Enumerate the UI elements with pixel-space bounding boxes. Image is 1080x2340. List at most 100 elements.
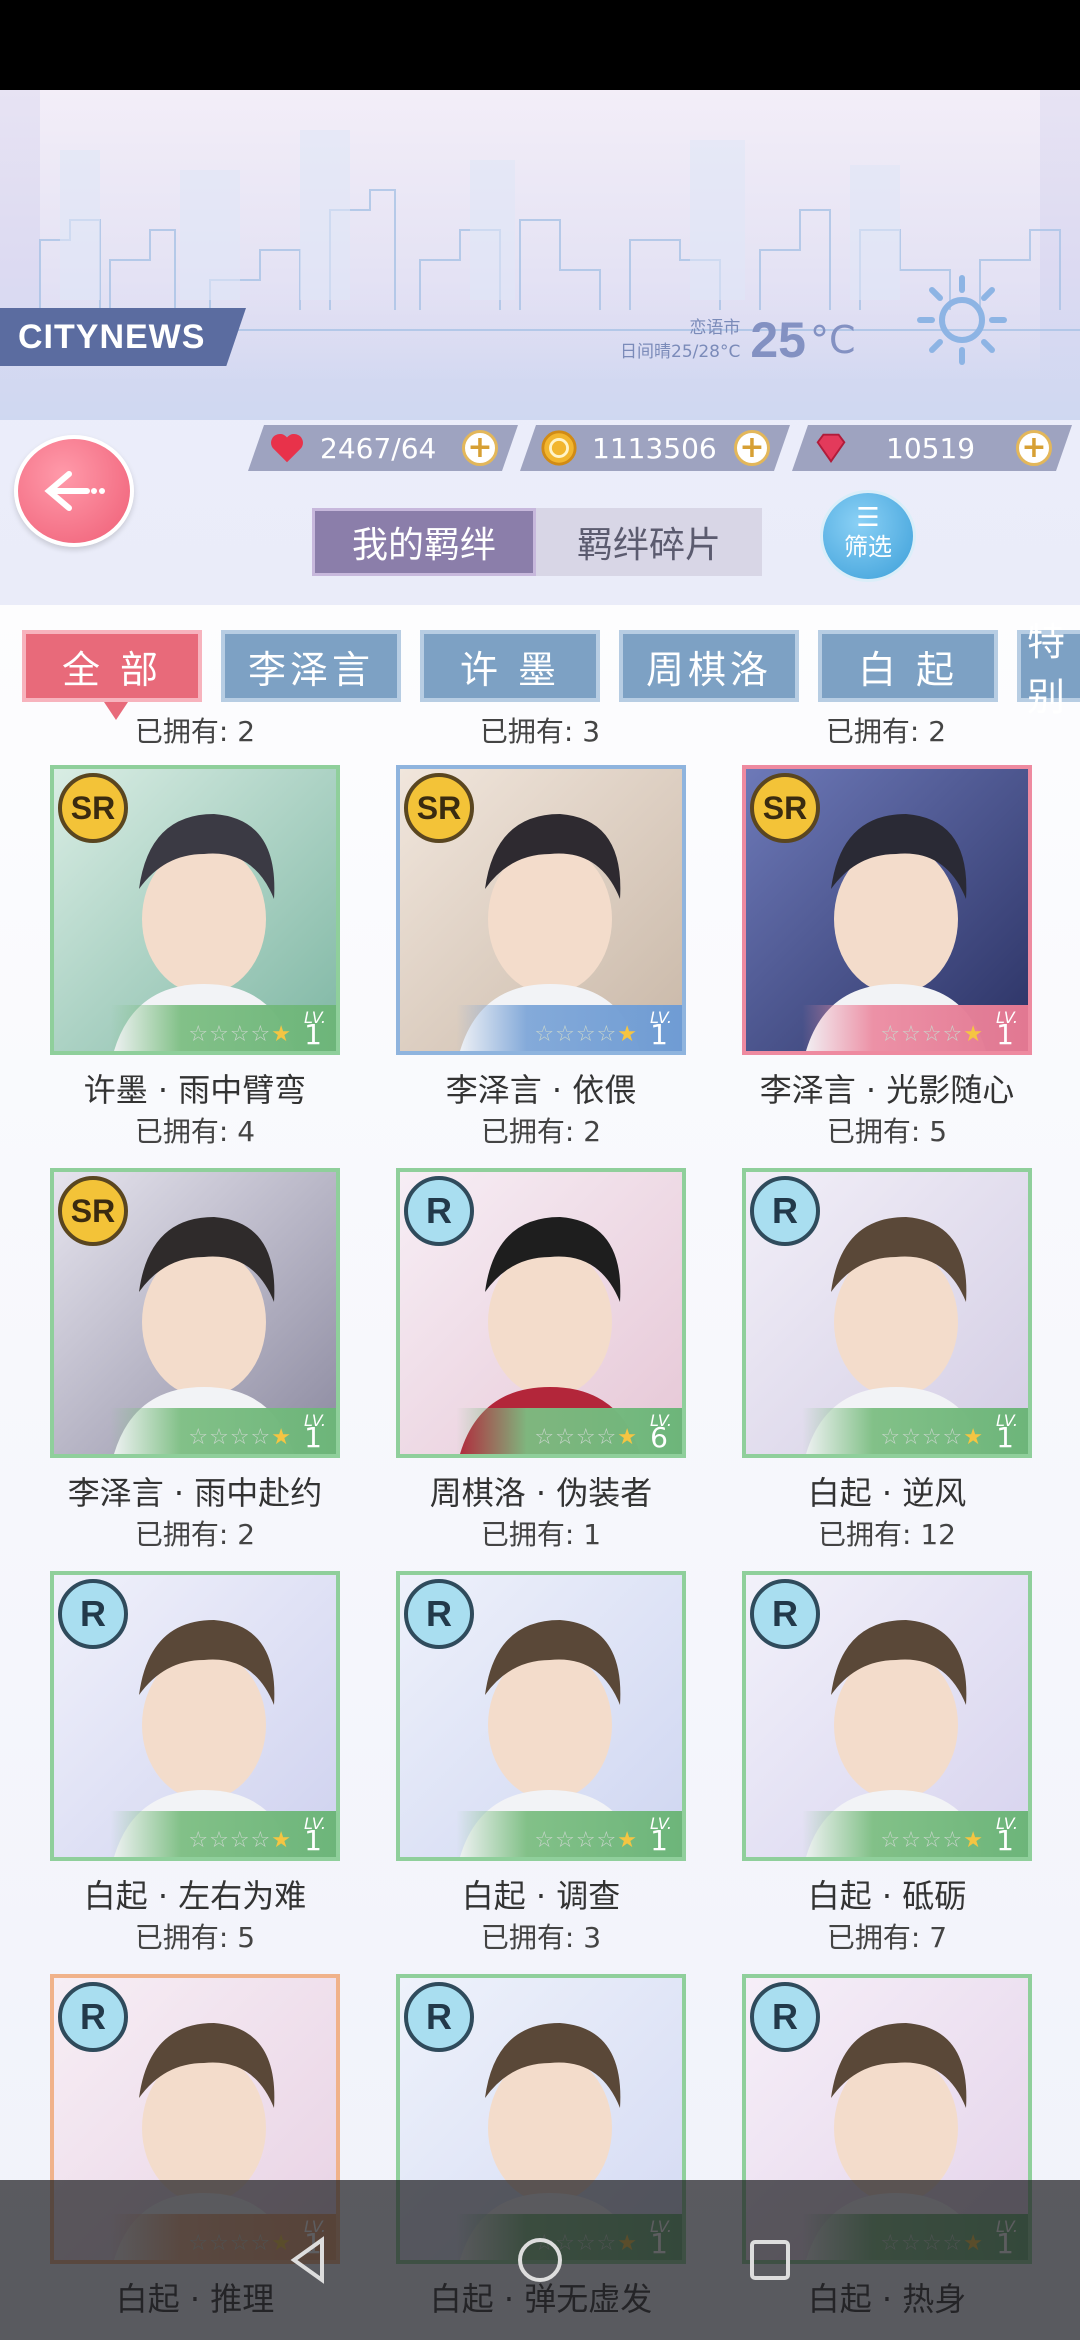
rarity-badge: SR xyxy=(404,773,474,843)
rarity-badge: R xyxy=(58,1579,128,1649)
level-value: 1 xyxy=(304,1824,322,1857)
system-nav-bar xyxy=(0,2180,1080,2340)
card-frame[interactable]: R ☆☆☆☆★LV.1 xyxy=(742,1571,1032,1861)
rarity-badge: R xyxy=(404,1579,474,1649)
level-value: 1 xyxy=(650,1824,668,1857)
weather-city: 恋语市 xyxy=(689,318,741,338)
card-owned-count: 已拥有: 2 xyxy=(134,1518,256,1551)
tab-my-bonds[interactable]: 我的羁绊 xyxy=(312,508,536,576)
gold-coin-icon xyxy=(540,429,578,467)
owned-count: 已拥有: 2 xyxy=(825,715,947,748)
add-diamond-button[interactable]: + xyxy=(1016,430,1052,466)
header-banner: CITYNEWS xyxy=(0,90,1080,420)
add-stamina-button[interactable]: + xyxy=(462,430,498,466)
temperature-unit: °C xyxy=(810,318,856,362)
card-frame[interactable]: SR ☆☆☆☆★ LV. 1 xyxy=(742,765,1032,1055)
char-tab-baiqi[interactable]: 白 起 xyxy=(818,630,998,702)
card-frame[interactable]: R ☆☆☆☆★LV.1 xyxy=(396,1571,686,1861)
level-strip: ☆☆☆☆★LV.1 xyxy=(400,1811,682,1857)
card-owned-count: 已拥有: 5 xyxy=(826,1115,948,1148)
add-gold-button[interactable]: + xyxy=(734,430,770,466)
rarity-badge: R xyxy=(58,1982,128,2052)
card-owned-count: 已拥有: 2 xyxy=(480,1115,602,1148)
weather-detail: 日间晴25/28°C xyxy=(620,342,741,362)
back-button[interactable] xyxy=(14,435,134,547)
nav-recents-icon[interactable] xyxy=(740,2230,800,2290)
filter-icon: ☰ xyxy=(856,503,880,533)
sun-icon xyxy=(917,275,1007,365)
owned-count: 已拥有: 2 xyxy=(134,715,256,748)
rarity-badge: R xyxy=(750,1982,820,2052)
rarity-badge: R xyxy=(404,1176,474,1246)
star-rating: ☆☆☆☆★ xyxy=(188,1828,292,1853)
card-name: 白起 · 逆风 xyxy=(807,1474,967,1512)
level-strip: ☆☆☆☆★LV.1 xyxy=(746,1005,1028,1051)
rarity-badge: SR xyxy=(58,1176,128,1246)
card-frame[interactable]: SR ☆☆☆☆★ LV. 1 xyxy=(396,765,686,1055)
card-name: 白起 · 左右为难 xyxy=(83,1877,307,1915)
status-bar xyxy=(0,0,1080,90)
currency-stamina: 2467/64 + xyxy=(248,425,518,471)
level-value: 1 xyxy=(304,1421,322,1454)
card-name: 李泽言 · 光影随心 xyxy=(759,1071,1015,1109)
star-rating: ☆☆☆☆★ xyxy=(534,1022,638,1047)
gold-value: 1113506 xyxy=(592,431,717,465)
temperature: 25 xyxy=(750,312,806,368)
level-value: 1 xyxy=(304,1018,322,1051)
star-rating: ☆☆☆☆★ xyxy=(880,1425,984,1450)
card-owned-count: 已拥有: 1 xyxy=(480,1518,602,1551)
level-strip: ☆☆☆☆★LV.1 xyxy=(746,1408,1028,1454)
rarity-badge: R xyxy=(750,1579,820,1649)
card-owned-count: 已拥有: 12 xyxy=(818,1518,956,1551)
card-frame[interactable]: SR ☆☆☆☆★ LV. 1 xyxy=(50,1168,340,1458)
star-rating: ☆☆☆☆★ xyxy=(880,1828,984,1853)
diamond-icon xyxy=(812,429,850,467)
level-strip: ☆☆☆☆★LV.1 xyxy=(54,1005,336,1051)
level-value: 6 xyxy=(650,1421,668,1454)
card-owned-count: 已拥有: 7 xyxy=(826,1921,948,1954)
rarity-badge: R xyxy=(404,1982,474,2052)
card-frame[interactable]: SR ☆☆☆☆★ LV. 1 xyxy=(50,765,340,1055)
level-strip: ☆☆☆☆★ LV. 6 xyxy=(400,1408,682,1454)
weather-widget: 恋语市 日间晴25/28°C 25 °C xyxy=(620,300,856,380)
star-rating: ☆☆☆☆★ xyxy=(534,1828,638,1853)
citynews-badge: CITYNEWS xyxy=(0,308,246,366)
nav-home-icon[interactable] xyxy=(510,2230,570,2290)
char-tab-xumo[interactable]: 许 墨 xyxy=(420,630,600,702)
card-owned-count: 已拥有: 4 xyxy=(134,1115,256,1148)
nav-back-icon[interactable] xyxy=(280,2230,340,2290)
card-frame[interactable]: R ☆☆☆☆★LV.1 xyxy=(50,1571,340,1861)
level-strip: ☆☆☆☆★LV.1 xyxy=(54,1408,336,1454)
char-tab-lizeyan[interactable]: 李泽言 xyxy=(221,630,401,702)
char-tab-all[interactable]: 全 部 xyxy=(22,630,202,720)
card-name: 周棋洛 · 伪装者 xyxy=(429,1474,653,1512)
rarity-badge: SR xyxy=(750,773,820,843)
rarity-badge: SR xyxy=(58,773,128,843)
card-owned-count: 已拥有: 5 xyxy=(134,1921,256,1954)
level-value: 1 xyxy=(996,1018,1014,1051)
star-rating: ☆☆☆☆★ xyxy=(880,1022,984,1047)
tab-bond-fragments[interactable]: 羁绊碎片 xyxy=(536,508,762,576)
owned-count: 已拥有: 3 xyxy=(479,715,601,748)
char-tab-zhouqiluo[interactable]: 周棋洛 xyxy=(619,630,799,702)
card-name: 白起 · 调查 xyxy=(461,1877,621,1915)
star-rating: ☆☆☆☆★ xyxy=(534,1425,638,1450)
char-tab-special[interactable]: 特别 xyxy=(1017,620,1080,719)
weather-info: 恋语市 日间晴25/28°C xyxy=(620,316,740,364)
level-strip: ☆☆☆☆★LV.1 xyxy=(746,1811,1028,1857)
level-strip: ☆☆☆☆★LV.1 xyxy=(400,1005,682,1051)
filter-button[interactable]: ☰ 筛选 xyxy=(820,490,916,582)
filter-label: 筛选 xyxy=(844,533,892,561)
card-owned-count: 已拥有: 3 xyxy=(480,1921,602,1954)
card-list[interactable]: 全 部 李泽言 许 墨 周棋洛 白 起 特别 已拥有: 2 已拥有: 3 已拥有… xyxy=(0,605,1080,2340)
back-arrow-icon xyxy=(44,471,105,511)
card-frame[interactable]: R ☆☆☆☆★LV.1 xyxy=(742,1168,1032,1458)
level-value: 1 xyxy=(996,1421,1014,1454)
bond-tabs: 我的羁绊 羁绊碎片 xyxy=(312,508,762,576)
star-rating: ☆☆☆☆★ xyxy=(188,1022,292,1047)
card-name: 许墨 · 雨中臂弯 xyxy=(83,1071,307,1109)
card-name: 李泽言 · 依偎 xyxy=(445,1071,637,1109)
card-frame[interactable]: R ☆☆☆☆★ LV. 6 xyxy=(396,1168,686,1458)
currency-diamond: 10519 + xyxy=(792,425,1072,471)
stamina-value: 2467/64 xyxy=(320,431,437,465)
